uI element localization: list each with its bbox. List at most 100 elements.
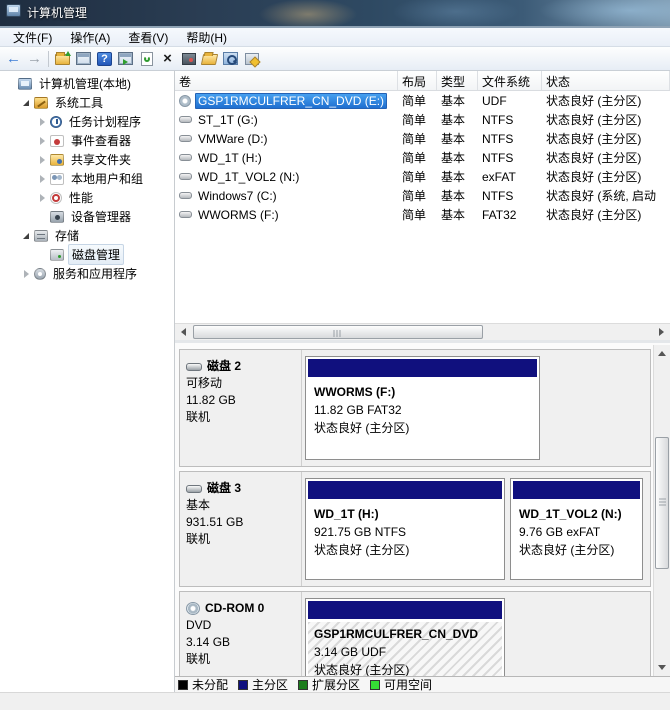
tree-collapse-icon[interactable] <box>20 233 32 239</box>
sidebar-item-4[interactable]: 共享文件夹 <box>0 150 174 169</box>
toolbar: ←→? × <box>0 47 670 71</box>
column-header-1[interactable]: 布局 <box>398 71 437 90</box>
tree-expand-icon[interactable] <box>36 194 48 202</box>
menu-item-0[interactable]: 文件(F) <box>4 28 61 47</box>
volume-name: WD_1T (H:) <box>196 151 264 165</box>
volume-filesystem: NTFS <box>478 189 542 203</box>
sidebar-item-3[interactable]: 事件查看器 <box>0 131 174 150</box>
volume-layout: 简单 <box>398 130 437 147</box>
sidebar-item-7[interactable]: 设备管理器 <box>0 207 174 226</box>
sidebar-item-5[interactable]: 本地用户和组 <box>0 169 174 188</box>
disk-icon <box>50 249 64 261</box>
volume-row[interactable]: WD_1T_VOL2 (N:)简单基本exFAT状态良好 (主分区) <box>175 167 670 186</box>
cdrom-icon <box>186 602 200 615</box>
menubar: 文件(F)操作(A)查看(V)帮助(H) <box>0 28 670 47</box>
column-header-3[interactable]: 文件系统 <box>478 71 542 90</box>
partition[interactable]: GSP1RMCULFRER_CN_DVD3.14 GB UDF状态良好 (主分区… <box>305 598 505 676</box>
disk-title: 磁盘 3 <box>186 480 295 497</box>
action-pane-button[interactable] <box>115 49 136 69</box>
volume-row[interactable]: WWORMS (F:)简单基本FAT32状态良好 (主分区) <box>175 205 670 224</box>
volume-row[interactable]: WD_1T (H:)简单基本NTFS状态良好 (主分区) <box>175 148 670 167</box>
help-window-button[interactable]: ? <box>94 49 115 69</box>
sidebar-item-2[interactable]: 任务计划程序 <box>0 112 174 131</box>
partition-label: WD_1T (H:) <box>314 505 496 523</box>
export-folder-button[interactable] <box>52 49 73 69</box>
volume-table-header: 卷布局类型文件系统状态 <box>175 71 670 91</box>
disk-size: 931.51 GB <box>186 514 295 531</box>
partition[interactable]: WWORMS (F:)11.82 GB FAT32状态良好 (主分区) <box>305 356 540 460</box>
partition-body: WD_1T (H:)921.75 GB NTFS状态良好 (主分区) <box>308 500 502 577</box>
tree-item-label: 任务计划程序 <box>66 112 144 131</box>
column-header-0[interactable]: 卷 <box>175 71 398 90</box>
volume-name-cell: WWORMS (F:) <box>175 208 398 222</box>
disk-icon <box>186 363 202 371</box>
back-button[interactable]: ← <box>3 49 24 69</box>
partition[interactable]: WD_1T_VOL2 (N:)9.76 GB exFAT状态良好 (主分区) <box>510 478 643 580</box>
disk-header[interactable]: CD-ROM 0DVD3.14 GB联机 <box>180 592 302 676</box>
disk-status: 联机 <box>186 409 295 426</box>
vertical-scrollbar[interactable] <box>653 345 670 676</box>
partition-label: WD_1T_VOL2 (N:) <box>519 505 634 523</box>
volume-row[interactable]: ST_1T (G:)简单基本NTFS状态良好 (主分区) <box>175 110 670 129</box>
refresh-button[interactable] <box>136 49 157 69</box>
horizontal-scrollbar[interactable] <box>175 323 670 340</box>
tree-expand-icon[interactable] <box>36 137 48 145</box>
tree-item-label: 性能 <box>66 188 96 207</box>
users-icon <box>50 173 64 185</box>
volume-layout: 简单 <box>398 111 437 128</box>
scroll-up-button[interactable] <box>654 345 670 362</box>
disk-type: 可移动 <box>186 375 295 392</box>
column-header-4[interactable]: 状态 <box>542 71 670 90</box>
disk-header[interactable]: 磁盘 2可移动11.82 GB联机 <box>180 350 302 466</box>
sidebar-item-8[interactable]: 存储 <box>0 226 174 245</box>
services-icon <box>34 268 46 280</box>
vertical-scrollbar-thumb[interactable] <box>655 437 669 569</box>
scroll-right-button[interactable] <box>653 324 670 340</box>
partition-status: 状态良好 (主分区) <box>314 661 496 676</box>
sidebar-item-0[interactable]: 计算机管理(本地) <box>0 74 174 93</box>
partition[interactable]: WD_1T (H:)921.75 GB NTFS状态良好 (主分区) <box>305 478 505 580</box>
report-button[interactable] <box>241 49 262 69</box>
scroll-down-button[interactable] <box>654 659 670 676</box>
sidebar-item-10[interactable]: 服务和应用程序 <box>0 264 174 283</box>
volume-name: WWORMS (F:) <box>196 208 281 222</box>
horizontal-scrollbar-thumb[interactable] <box>193 325 483 339</box>
tree-expand-icon[interactable] <box>36 175 48 183</box>
tree-item-label: 本地用户和组 <box>68 169 146 188</box>
properties-button[interactable] <box>178 49 199 69</box>
content-area: 卷布局类型文件系统状态 GSP1RMCULFRER_CN_DVD (E:)简单基… <box>175 71 670 692</box>
menu-item-1[interactable]: 操作(A) <box>61 28 119 47</box>
sidebar-item-9[interactable]: 磁盘管理 <box>0 245 174 264</box>
titlebar[interactable]: 计算机管理 <box>0 0 670 28</box>
disk-row-0: 磁盘 2可移动11.82 GB联机WWORMS (F:)11.82 GB FAT… <box>179 349 651 467</box>
sidebar-item-1[interactable]: 系统工具 <box>0 93 174 112</box>
tree-expand-icon[interactable] <box>20 270 32 278</box>
status-bar <box>0 692 670 710</box>
volume-filesystem: NTFS <box>478 132 542 146</box>
tree-item-label: 计算机管理(本地) <box>36 74 134 93</box>
tree-expand-icon[interactable] <box>36 118 48 126</box>
delete-button[interactable]: × <box>157 49 178 69</box>
volume-type: 基本 <box>437 206 478 223</box>
volume-status: 状态良好 (主分区) <box>542 168 670 185</box>
volume-row[interactable]: Windows7 (C:)简单基本NTFS状态良好 (系统, 启动 <box>175 186 670 205</box>
tree-collapse-icon[interactable] <box>20 100 32 106</box>
partition-color-bar <box>513 481 640 499</box>
sidebar-item-6[interactable]: 性能 <box>0 188 174 207</box>
scroll-left-button[interactable] <box>175 324 192 340</box>
perf-icon <box>50 192 62 204</box>
tree-expand-icon[interactable] <box>36 156 48 164</box>
menu-item-3[interactable]: 帮助(H) <box>177 28 236 47</box>
volume-row[interactable]: VMWare (D:)简单基本NTFS状态良好 (主分区) <box>175 129 670 148</box>
search-button[interactable] <box>220 49 241 69</box>
menu-item-2[interactable]: 查看(V) <box>119 28 177 47</box>
console-tree-button[interactable] <box>73 49 94 69</box>
partition-body: WD_1T_VOL2 (N:)9.76 GB exFAT状态良好 (主分区) <box>513 500 640 577</box>
disk-header[interactable]: 磁盘 3基本931.51 GB联机 <box>180 472 302 586</box>
forward-button[interactable]: → <box>24 49 45 69</box>
open-folder-button[interactable] <box>199 49 220 69</box>
column-header-2[interactable]: 类型 <box>437 71 478 90</box>
forward-icon: → <box>27 51 42 66</box>
volume-type: 基本 <box>437 130 478 147</box>
volume-row[interactable]: GSP1RMCULFRER_CN_DVD (E:)简单基本UDF状态良好 (主分… <box>175 91 670 110</box>
